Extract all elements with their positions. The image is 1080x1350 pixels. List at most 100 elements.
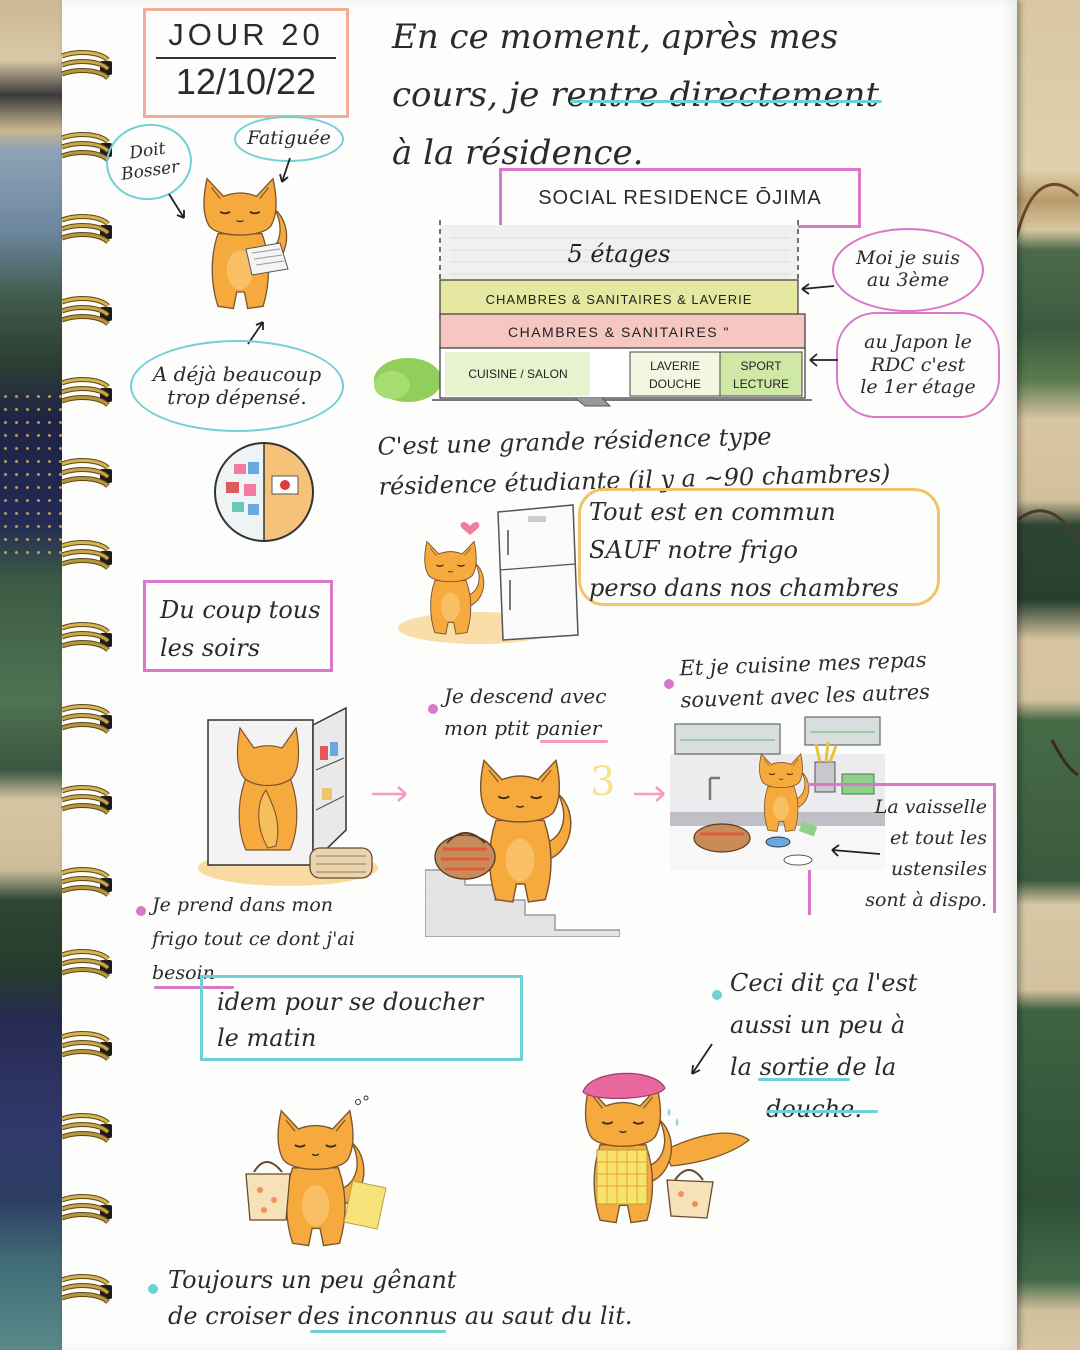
spiral-ring: [61, 296, 112, 326]
shower-note: Ceci dit ça l'est aussi un peu à la sort…: [730, 962, 917, 1130]
spiral-ring: [61, 214, 112, 244]
step-line: Je prend dans mon: [152, 894, 334, 916]
footer-line: Toujours un peu gênant: [168, 1266, 457, 1294]
dishes-line: La vaisselle: [874, 796, 987, 818]
note-line: la sortie de la: [730, 1053, 897, 1081]
bubble-line: Fatiguée: [247, 127, 331, 150]
kitchen-label: CUISINE / SALON: [468, 367, 567, 381]
note-line: aussi un peu à: [730, 1011, 906, 1039]
dishes-line: sont à dispo.: [865, 889, 987, 911]
bubble-line: Bosser: [119, 156, 181, 185]
residence-building-illustration: 5 étages CHAMBRES & SANITAIRES & LAVERIE…: [374, 220, 812, 407]
bowl: [765, 836, 791, 848]
footer-text: Toujours un peu gênant de croiser des in…: [168, 1262, 633, 1334]
arrow-icon: [831, 844, 881, 857]
bush: [374, 358, 442, 402]
residence-title-box: SOCIAL RESIDENCE ŌJIMA: [499, 168, 861, 228]
intro-line: cours, je rentre directement: [392, 75, 880, 115]
bubble-line: au 3ème: [866, 269, 950, 291]
reading-label: LECTURE: [733, 377, 789, 391]
floor-3-label: CHAMBRES & SANITAIRES & LAVERIE: [486, 292, 753, 307]
bubble-line: Moi je suis: [856, 247, 960, 270]
step-mark: 3: [590, 759, 615, 805]
step-2-text: Je descend avec mon ptit panier: [444, 680, 606, 744]
spiral-ring: [61, 704, 112, 734]
bullet-icon: [664, 679, 674, 689]
laundry-label: LAVERIE: [650, 359, 700, 373]
arrow-right-icon: [634, 786, 665, 802]
shared-line: SAUF notre frigo: [589, 536, 798, 564]
spiral-ring: [61, 785, 112, 815]
day-title-box: JOUR 20 12/10/22: [143, 8, 349, 118]
day-divider: [156, 57, 336, 59]
bubble-line: A déjà beaucoup: [152, 362, 322, 386]
day-label: JOUR 20: [168, 17, 324, 52]
morning-title-box: idem pour se doucher le matin: [200, 975, 523, 1061]
spiral-ring: [61, 1113, 112, 1143]
spiral-ring: [61, 1031, 112, 1061]
morning-title-line: le matin: [217, 1024, 317, 1052]
fridge: [497, 504, 579, 641]
fox-tired-illustration: [203, 177, 289, 310]
intro-line: En ce moment, après mes: [392, 17, 839, 57]
intro-text: En ce moment, après mes cours, je rentre…: [392, 8, 879, 182]
spiral-ring: [61, 1194, 112, 1224]
arrow-right-icon: [372, 786, 407, 802]
residence-title: SOCIAL RESIDENCE ŌJIMA: [538, 186, 822, 209]
windows: [674, 716, 881, 755]
highlight-underline: [766, 1110, 878, 1113]
shared-line: perso dans nos chambres: [589, 574, 899, 602]
evening-title-box: Du coup tous les soirs: [143, 580, 333, 672]
evening-title-line: Du coup tous: [160, 596, 321, 624]
floor-count-label: 5 étages: [568, 240, 671, 268]
fox-fridge-illustration: [398, 504, 579, 644]
spiral-ring: [61, 50, 112, 80]
spiral-ring: [61, 377, 112, 407]
bubble-line: trop dépensé.: [167, 385, 307, 409]
arrow-icon: [809, 353, 838, 367]
highlight-underline: [570, 100, 882, 103]
bubble-line: le 1er étage: [860, 376, 976, 399]
receipt-paper: [245, 242, 289, 276]
spiral-ring: [61, 622, 112, 652]
note-line: Ceci dit ça l'est: [730, 969, 918, 997]
basket: [309, 847, 373, 879]
dishes-bracket: [808, 870, 811, 915]
sweat-drops-icon: [667, 1108, 679, 1126]
morning-title-line: idem pour se doucher: [217, 988, 483, 1016]
basket: [434, 832, 496, 880]
fox-morning-illustration: [245, 1095, 387, 1247]
shared-line: Tout est en commun: [589, 498, 836, 526]
spiral-ring: [61, 949, 112, 979]
highlight-underline: [310, 1330, 446, 1333]
highlight-underline: [540, 740, 608, 743]
bullet-icon: [136, 906, 146, 916]
bullet-icon: [428, 704, 438, 714]
bullet-icon: [712, 990, 722, 1000]
toiletry-bag: [666, 1169, 714, 1219]
fox-open-fridge-illustration: [198, 706, 378, 886]
towel-turban: [582, 1072, 666, 1099]
bubble-line: RDC c'est: [870, 353, 966, 376]
budget-circle-icon: [214, 442, 314, 542]
note-japan-floors: au Japon le RDC c'est le 1er étage: [836, 312, 1000, 418]
label-trop-depense: A déjà beaucoup trop dépensé.: [130, 340, 344, 432]
fox-tail: [664, 1132, 750, 1167]
spiral-ring: [61, 867, 112, 897]
note-my-floor: Moi je suis au 3ème: [832, 228, 984, 312]
note-line: douche.: [766, 1095, 862, 1123]
highlight-underline: [758, 1078, 850, 1081]
step-line: frigo tout ce dont j'ai: [152, 928, 355, 950]
checked-towel: [596, 1149, 648, 1205]
step-line: Je descend avec: [444, 684, 607, 708]
basket: [693, 823, 751, 853]
spiral-ring: [61, 540, 112, 570]
arrow-icon: [801, 283, 835, 295]
fox-after-shower-illustration: [582, 1072, 750, 1224]
spiral-ring: [61, 1274, 112, 1304]
floor-2-label: CHAMBRES & SANITAIRES ": [508, 324, 730, 340]
footer-line: de croiser des inconnus au saut du lit.: [168, 1302, 633, 1330]
bubble-line: au Japon le: [864, 330, 972, 353]
shared-spaces-note: Tout est en commun SAUF notre frigo pers…: [578, 488, 940, 606]
heart-icon: [460, 522, 480, 535]
